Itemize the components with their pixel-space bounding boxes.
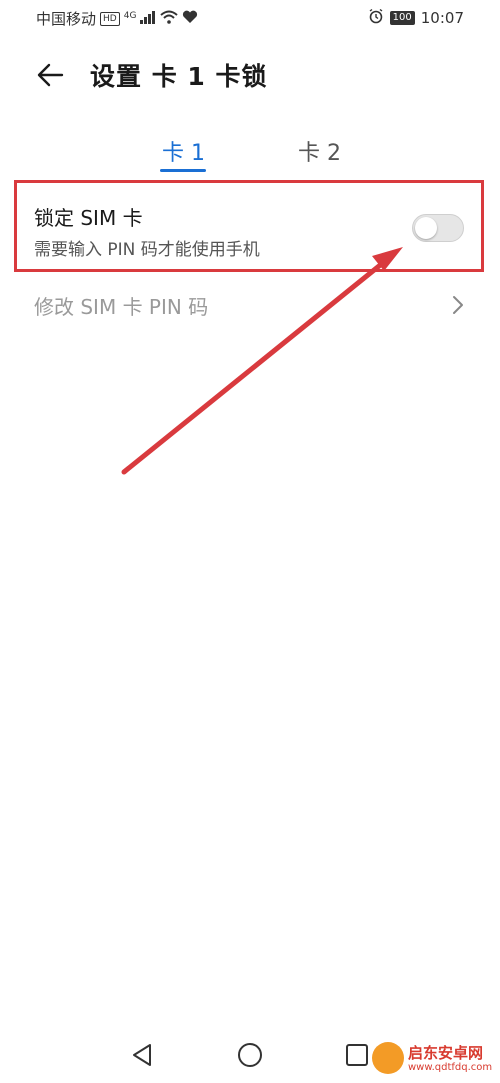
signal-icon: [140, 10, 156, 28]
wifi-icon: [160, 10, 179, 28]
change-pin-label: 修改 SIM 卡 PIN 码: [34, 295, 209, 319]
back-arrow-icon: [37, 63, 64, 87]
lock-sim-toggle[interactable]: [412, 214, 464, 242]
lock-sim-subtitle: 需要输入 PIN 码才能使用手机: [34, 240, 260, 260]
chevron-right-icon: [453, 296, 463, 314]
status-bar: 中国移动 HD 4G 100 10:07: [0, 0, 500, 36]
alarm-icon: [368, 8, 384, 28]
status-left: 中国移动 HD 4G: [36, 8, 198, 29]
carrier-label: 中国移动: [36, 10, 97, 28]
hd-badge: HD: [100, 11, 120, 26]
watermark-name: 启东安卓网: [408, 1044, 484, 1062]
watermark-logo-icon: [372, 1042, 404, 1074]
nav-recents-icon[interactable]: [342, 1040, 372, 1070]
nav-home-icon[interactable]: [235, 1040, 265, 1070]
lock-sim-row[interactable]: 锁定 SIM 卡 需要输入 PIN 码才能使用手机: [14, 180, 484, 272]
status-right: 100 10:07: [368, 8, 464, 28]
app-header: 设置 卡 1 卡锁: [0, 50, 500, 100]
sim-tabs: 卡 1 卡 2: [0, 135, 500, 177]
tab-card-2[interactable]: 卡 2: [298, 135, 341, 167]
toggle-knob: [415, 217, 437, 239]
page-title: 设置 卡 1 卡锁: [90, 62, 268, 91]
nav-back-icon[interactable]: [128, 1040, 158, 1070]
network-type: 4G: [123, 10, 137, 21]
change-pin-row[interactable]: 修改 SIM 卡 PIN 码: [0, 283, 500, 327]
tab-card-1[interactable]: 卡 1: [162, 135, 205, 167]
watermark: 启东安卓网 www.qdtfdq.com: [372, 1042, 500, 1082]
back-button[interactable]: [34, 58, 68, 92]
lock-sim-title: 锁定 SIM 卡: [34, 206, 143, 230]
active-tab-indicator: [160, 169, 206, 172]
battery-icon: 100: [389, 11, 415, 25]
watermark-url: www.qdtfdq.com: [408, 1062, 493, 1073]
health-heart-icon: [182, 10, 198, 28]
clock: 10:07: [420, 9, 464, 27]
